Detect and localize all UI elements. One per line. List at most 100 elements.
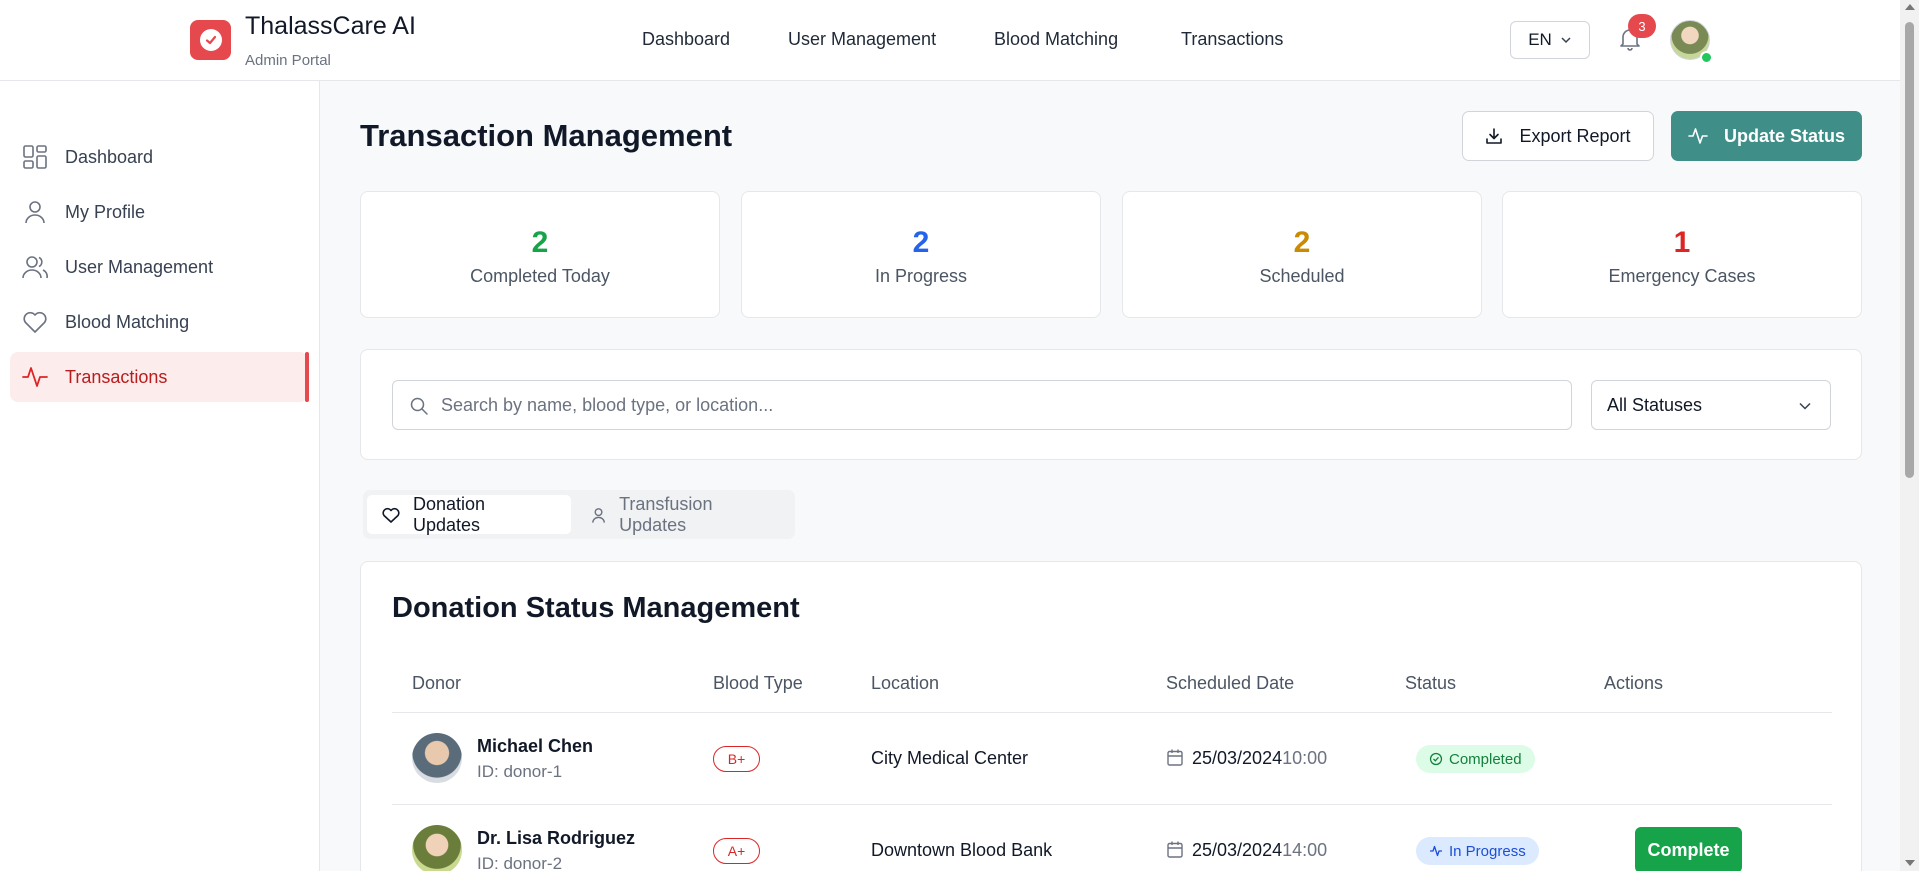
stat-value: 2 (912, 226, 930, 259)
chevron-down-icon (1799, 402, 1811, 410)
updates-tabs: Donation Updates Transfusion Updates (363, 490, 795, 539)
app-title: ThalassCare AI (245, 12, 416, 40)
calendar-icon (1167, 749, 1183, 766)
scheduled-date: 25/03/202410:00 (1192, 748, 1327, 769)
status-label: In Progress (1449, 842, 1526, 860)
stat-label: Emergency Cases (1608, 266, 1756, 286)
sidebar-item-blood-matching[interactable]: Blood Matching (10, 297, 308, 347)
activity-icon (22, 367, 48, 387)
time-value: 14:00 (1282, 840, 1328, 860)
sidebar-item-transactions[interactable]: Transactions (10, 352, 309, 402)
stat-card-completed-today: 2 Completed Today (360, 191, 720, 318)
column-header-donor: Donor (412, 673, 462, 693)
column-header-blood-type: Blood Type (713, 673, 803, 693)
activity-icon (1688, 128, 1708, 144)
date-value: 25/03/2024 (1192, 748, 1283, 768)
check-icon (199, 29, 222, 51)
sidebar-item-label: Dashboard (65, 146, 154, 167)
export-report-label: Export Report (1519, 125, 1631, 146)
chevron-down-icon (1561, 37, 1571, 44)
online-status-dot (1700, 51, 1713, 64)
location-text: Downtown Blood Bank (871, 840, 1053, 860)
notification-badge: 3 (1628, 14, 1656, 38)
sidebar-item-dashboard[interactable]: Dashboard (10, 132, 308, 182)
app-logo[interactable] (190, 20, 231, 60)
blood-type-badge: A+ (713, 838, 760, 864)
column-header-location: Location (871, 673, 940, 693)
stat-label: In Progress (874, 266, 968, 286)
status-badge: Completed (1416, 745, 1535, 773)
top-bar: ThalassCare AI Admin Portal Dashboard Us… (0, 0, 1900, 81)
users-icon (22, 256, 48, 279)
donor-name: Dr. Lisa Rodriguez (477, 828, 636, 848)
language-select[interactable]: EN (1510, 21, 1590, 59)
check-circle-icon (1429, 752, 1443, 766)
stat-value: 2 (1293, 226, 1311, 259)
status-filter-value: All Statuses (1607, 394, 1703, 415)
filter-card: All Statuses (360, 349, 1862, 460)
topnav-transactions[interactable]: Transactions (1181, 29, 1283, 50)
time-value: 10:00 (1282, 748, 1328, 768)
date-value: 25/03/2024 (1192, 840, 1283, 860)
sidebar-item-user-management[interactable]: User Management (10, 242, 308, 292)
donor-id: ID: donor-2 (477, 854, 563, 871)
scroll-down-arrow-icon[interactable] (1905, 860, 1915, 866)
heart-icon (23, 311, 47, 333)
heart-icon (382, 507, 400, 523)
calendar-icon (1167, 841, 1183, 858)
sidebar-item-label: Transactions (65, 366, 168, 387)
stat-value: 2 (531, 226, 549, 259)
status-filter-select[interactable]: All Statuses (1591, 380, 1831, 430)
donor-name: Michael Chen (477, 736, 594, 756)
donation-status-table: Donation Status Management Donor Blood T… (360, 561, 1862, 871)
topnav-blood-matching[interactable]: Blood Matching (994, 29, 1118, 50)
avatar (412, 825, 462, 871)
sidebar-item-my-profile[interactable]: My Profile (10, 187, 308, 237)
stat-card-emergency-cases: 1 Emergency Cases (1502, 191, 1862, 318)
search-icon (410, 397, 428, 415)
activity-icon (1430, 845, 1442, 857)
location-text: City Medical Center (871, 748, 1029, 768)
update-status-label: Update Status (1723, 125, 1846, 146)
sidebar-item-label: My Profile (65, 201, 146, 222)
status-label: Completed (1449, 750, 1522, 768)
column-header-scheduled-date: Scheduled Date (1166, 673, 1295, 693)
tab-transfusion-updates[interactable]: Transfusion Updates (576, 493, 790, 535)
update-status-button[interactable]: Update Status (1671, 111, 1862, 161)
search-input[interactable] (441, 381, 1561, 429)
stat-value: 1 (1673, 226, 1691, 259)
tab-label: Transfusion Updates (619, 493, 713, 535)
search-box[interactable] (392, 380, 1572, 430)
scrollbar-thumb[interactable] (1905, 22, 1914, 478)
topnav-dashboard[interactable]: Dashboard (642, 29, 730, 50)
language-value: EN (1528, 30, 1552, 49)
tab-donation-updates[interactable]: Donation Updates (367, 493, 571, 535)
scheduled-date: 25/03/202414:00 (1192, 840, 1327, 861)
export-report-button[interactable]: Export Report (1462, 111, 1654, 161)
topnav-user-management[interactable]: User Management (788, 29, 936, 50)
page-title: Transaction Management (360, 118, 733, 153)
table-row: Dr. Lisa Rodriguez ID: donor-2 A+ Downto… (392, 805, 1832, 871)
stat-card-scheduled: 2 Scheduled (1122, 191, 1482, 318)
download-icon (1486, 128, 1503, 144)
stat-card-in-progress: 2 In Progress (741, 191, 1101, 318)
user-icon (592, 507, 605, 523)
table-title: Donation Status Management (392, 592, 800, 624)
column-header-status: Status (1405, 673, 1457, 693)
avatar (412, 733, 462, 783)
blood-type-badge: B+ (713, 746, 760, 772)
table-row: Michael Chen ID: donor-1 B+ City Medical… (392, 713, 1832, 804)
sidebar-item-label: User Management (65, 256, 214, 277)
tab-label: Donation Updates (412, 493, 486, 535)
sidebar-item-label: Blood Matching (65, 311, 190, 332)
scroll-up-arrow-icon[interactable] (1905, 4, 1915, 10)
sidebar: Dashboard My Profile User Management Blo… (0, 81, 320, 871)
app-subtitle: Admin Portal (245, 52, 331, 69)
complete-button[interactable]: Complete (1635, 827, 1742, 871)
status-badge: In Progress (1416, 837, 1539, 865)
column-header-actions: Actions (1604, 673, 1664, 693)
donor-id: ID: donor-1 (477, 762, 563, 781)
stat-label: Scheduled (1259, 266, 1345, 286)
user-icon (25, 201, 45, 224)
grid-icon (23, 145, 47, 169)
